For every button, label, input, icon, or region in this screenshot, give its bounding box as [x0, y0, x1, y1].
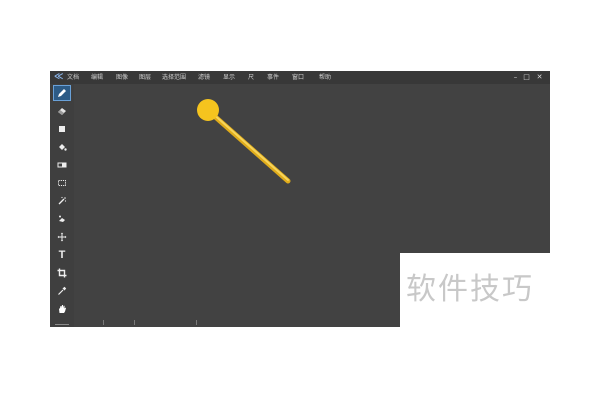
menu-select[interactable]: 选择范围 [162, 72, 186, 83]
eyedropper-icon [58, 286, 67, 295]
rect-select-icon [58, 180, 66, 186]
toolbar-divider [55, 324, 69, 325]
ruler-tick [196, 320, 197, 325]
ruler-tick [103, 320, 104, 325]
hand-icon [59, 305, 66, 313]
menu-bar: ≪ 文档 编辑 图像 图层 选择范围 滤镜 显示 尺 事件 窗口 帮助 – □ … [50, 71, 550, 84]
menu-filter[interactable]: 滤镜 [198, 72, 210, 83]
tool-quick-select[interactable] [53, 211, 71, 227]
menu-event[interactable]: 事件 [267, 72, 279, 83]
pencil-icon [58, 89, 66, 97]
tool-rect-select[interactable] [53, 175, 71, 191]
gradient-icon [57, 162, 67, 168]
tool-strip: T [50, 84, 74, 327]
menu-help[interactable]: 帮助 [319, 72, 331, 83]
menu-ruler[interactable]: 尺 [248, 72, 254, 83]
maximize-button[interactable]: □ [522, 72, 531, 82]
tool-crop[interactable] [53, 265, 71, 281]
menu-edit[interactable]: 编辑 [91, 72, 103, 83]
tool-paint-bucket[interactable] [53, 139, 71, 155]
ruler-tick [134, 320, 135, 325]
tool-pencil[interactable] [53, 85, 71, 101]
watermark-text: 软件技巧 [406, 272, 534, 307]
quick-select-icon [59, 215, 65, 222]
menu-file[interactable]: 文档 [67, 72, 79, 83]
paint-bucket-icon [59, 144, 67, 151]
magic-wand-icon [58, 196, 67, 205]
tool-gradient[interactable] [53, 157, 71, 173]
tool-rectangle[interactable] [53, 121, 71, 137]
rectangle-fill-icon [59, 126, 65, 132]
menu-view[interactable]: 显示 [223, 72, 235, 83]
tool-magic-wand[interactable] [53, 193, 71, 209]
menu-window[interactable]: 窗口 [292, 72, 304, 83]
eraser-icon [58, 108, 66, 115]
tool-text[interactable]: T [53, 247, 71, 263]
crop-icon [57, 268, 67, 278]
move-icon [57, 232, 67, 242]
tool-eraser[interactable] [53, 103, 71, 119]
app-logo-icon: ≪ [54, 72, 64, 82]
close-button[interactable]: ✕ [535, 72, 544, 82]
tool-eyedropper[interactable] [53, 283, 71, 299]
text-icon: T [58, 249, 66, 261]
tool-hand[interactable] [53, 301, 71, 317]
menu-layer[interactable]: 图层 [139, 72, 151, 83]
minimize-button[interactable]: – [511, 72, 520, 82]
tool-move[interactable] [53, 229, 71, 245]
menu-image[interactable]: 图像 [116, 72, 128, 83]
